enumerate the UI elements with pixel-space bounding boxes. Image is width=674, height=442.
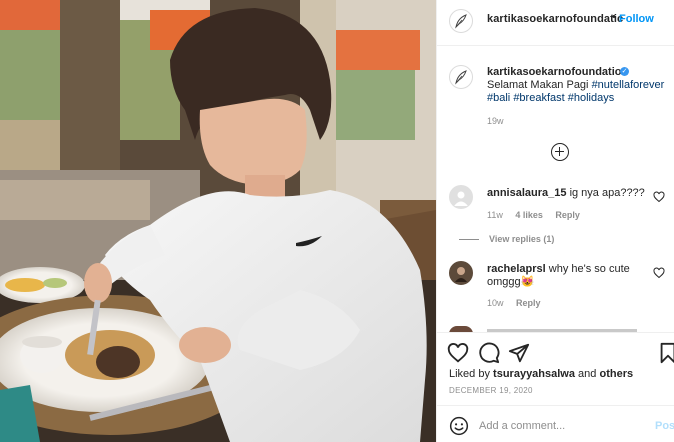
hashtag-link[interactable]: #bali — [487, 92, 510, 104]
add-comment-bar: Post — [437, 405, 674, 442]
comment-timestamp[interactable]: 10w — [487, 298, 504, 308]
caption-plain-text: Selamat Makan Pagi — [487, 79, 589, 91]
liked-by-user[interactable]: tsurayyahsalwa — [493, 368, 575, 380]
share-paper-plane-icon[interactable] — [508, 342, 530, 364]
comment-bubble-icon[interactable] — [478, 342, 500, 364]
liked-by-text: Liked by tsurayyahsalwa and others — [449, 368, 633, 380]
person-silhouette-icon — [454, 191, 468, 206]
comment-text: rachelaprsl why he's so cute omggg😻 — [487, 263, 647, 289]
avatar[interactable] — [449, 261, 473, 285]
hashtag-link[interactable]: #breakfast — [513, 92, 564, 104]
post-header: kartikasoekarnofoundatic • Follow — [437, 0, 674, 46]
comment-meta: 10w Reply — [487, 298, 551, 308]
default-avatar-icon[interactable] — [449, 185, 473, 209]
caption-text: Selamat Makan Pagi #nutellaforever #bali… — [487, 79, 667, 105]
load-more-comments-icon[interactable] — [551, 143, 569, 161]
emoji-smiley-icon[interactable] — [449, 416, 469, 436]
comment-username[interactable]: annisalaura_15 — [487, 187, 567, 199]
post-photo[interactable] — [0, 0, 436, 442]
post-actions: Liked by tsurayyahsalwa and others DECEM… — [437, 332, 674, 442]
post-date[interactable]: DECEMBER 19, 2020 — [449, 386, 533, 395]
verified-badge-icon: ✓ — [620, 67, 629, 76]
comment-timestamp[interactable]: 11w — [487, 210, 503, 220]
reply-button[interactable]: Reply — [555, 210, 580, 220]
avatar[interactable] — [449, 9, 473, 33]
post-sidebar: kartikasoekarnofoundatic • Follow kartik… — [436, 0, 674, 442]
comment-text: annisalaura_15 ig nya apa???? — [487, 187, 647, 200]
view-replies-button[interactable]: View replies (1) — [487, 234, 554, 244]
feather-logo-icon — [455, 14, 467, 29]
add-comment-input[interactable] — [479, 418, 639, 434]
save-bookmark-icon[interactable] — [657, 342, 674, 364]
liked-by-prefix: Liked by — [449, 368, 490, 380]
comment-username[interactable]: rachelaprsl — [487, 263, 546, 275]
avatar[interactable] — [449, 65, 473, 89]
caption-timestamp[interactable]: 19w — [487, 116, 504, 126]
comment-meta: 11w 4 likes Reply — [487, 210, 590, 220]
like-heart-icon[interactable] — [447, 342, 469, 364]
feather-logo-icon — [455, 70, 467, 85]
hashtag-link[interactable]: #nutellaforever — [592, 79, 665, 91]
liked-by-others[interactable]: others — [599, 368, 633, 380]
liked-by-conjunction: and — [578, 368, 597, 380]
header-separator-dot: • — [612, 11, 616, 23]
hashtag-link[interactable]: #holidays — [568, 92, 614, 104]
comment-likes[interactable]: 4 likes — [515, 210, 543, 220]
like-comment-heart-icon[interactable] — [653, 191, 665, 203]
comment-body: ig nya apa???? — [569, 187, 645, 199]
follow-button[interactable]: Follow — [619, 13, 654, 25]
reply-button[interactable]: Reply — [516, 298, 541, 308]
header-username[interactable]: kartikasoekarnofoundatic — [487, 13, 623, 25]
user-photo-icon — [455, 267, 467, 282]
post-comment-button[interactable]: Post — [655, 420, 674, 432]
like-comment-heart-icon[interactable] — [653, 267, 665, 279]
cat-heart-eyes-emoji: 😻 — [520, 276, 535, 288]
caption-username[interactable]: kartikasoekarnofoundation — [487, 66, 628, 78]
